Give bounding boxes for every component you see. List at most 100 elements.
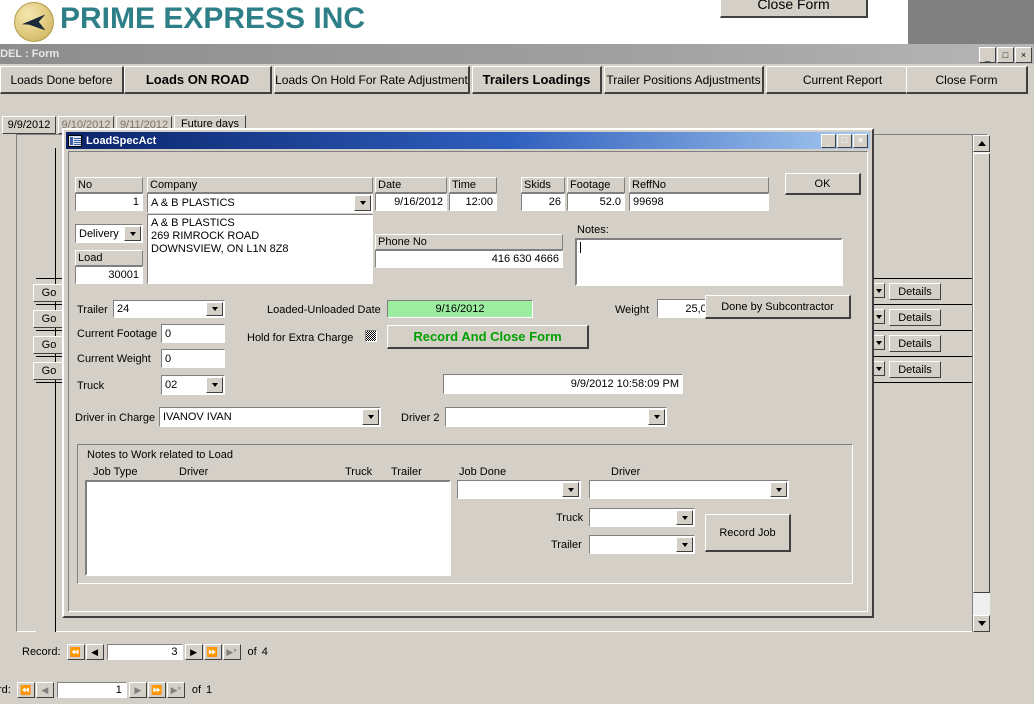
job-done-combo[interactable] [457, 480, 581, 499]
toolbar-filler-strip [0, 96, 1034, 112]
maximize-icon[interactable]: □ [997, 47, 1014, 63]
trailer-label: Trailer [77, 304, 108, 316]
inner-record-navigator[interactable]: Record: ⏪ ◀ 3 ▶ ⏩ ▶* of 4 [22, 644, 268, 660]
mdi-window-title: JDEL : Form [0, 48, 60, 60]
address-line-1: A & B PLASTICS [151, 217, 235, 229]
refno-value[interactable]: 99698 [629, 193, 769, 211]
current-footage-value[interactable]: 0 [161, 324, 225, 343]
details-button-row-2[interactable]: Details [889, 309, 941, 326]
chevron-down-icon[interactable] [648, 409, 665, 425]
record-and-close-form-button[interactable]: Record And Close Form [387, 325, 589, 349]
chevron-down-icon[interactable] [362, 409, 379, 425]
last-record-button[interactable]: ⏩ [203, 644, 222, 660]
truck-label: Truck [77, 380, 105, 392]
go-button-row-4[interactable]: Go [33, 362, 65, 380]
go-button-row-3[interactable]: Go [33, 336, 65, 354]
driver-in-charge-combo[interactable]: IVANOV IVAN [159, 407, 381, 427]
outer-record-navigator[interactable]: rd: ⏪ ◀ 1 ▶ ⏩ ▶* of 1 [0, 682, 212, 698]
company-combo[interactable]: A & B PLASTICS [147, 193, 373, 213]
outer-new-record-button[interactable]: ▶* [166, 682, 185, 698]
mdi-window-controls[interactable]: _ □ × [979, 47, 1032, 63]
dialog-close-icon[interactable]: × [853, 133, 868, 148]
tab-loads-on-hold-rate-adjustment[interactable]: Loads On Hold For Rate Adjustment [274, 66, 470, 94]
chevron-down-icon[interactable] [354, 195, 371, 211]
job-trailer-combo[interactable] [589, 535, 695, 554]
current-weight-value[interactable]: 0 [161, 349, 225, 368]
new-record-button[interactable]: ▶* [222, 644, 241, 660]
hold-extra-charge-checkbox[interactable] [365, 330, 377, 342]
time-value[interactable]: 12:00 [449, 193, 497, 211]
done-by-subcontractor-button[interactable]: Done by Subcontractor [705, 295, 851, 319]
previous-record-button[interactable]: ◀ [85, 644, 104, 660]
close-form-toolbar-button[interactable]: Close Form [906, 66, 1028, 94]
outer-previous-record-button[interactable]: ◀ [35, 682, 54, 698]
driver2-combo[interactable] [445, 407, 667, 427]
chevron-down-icon[interactable] [124, 226, 141, 241]
dialog-title-text: LoadSpecAct [86, 134, 157, 147]
no-value[interactable]: 1 [75, 193, 143, 211]
scroll-up-button[interactable] [973, 135, 990, 152]
chevron-down-icon[interactable] [562, 482, 579, 497]
dialog-body: OK No 1 Delivery Load 30001 Company A & … [68, 151, 868, 612]
date-label: Date [375, 177, 447, 193]
notes-textarea[interactable] [575, 238, 843, 286]
chevron-down-icon[interactable] [770, 482, 787, 497]
timestamp-value[interactable]: 9/9/2012 10:58:09 PM [443, 374, 683, 394]
next-record-button[interactable]: ▶ [184, 644, 203, 660]
first-record-button[interactable]: ⏪ [66, 644, 85, 660]
job-driver-combo[interactable] [589, 480, 789, 499]
delivery-type-combo[interactable]: Delivery [75, 224, 143, 243]
tab-trailer-positions-adjustments[interactable]: Trailer Positions Adjustments [604, 66, 764, 94]
tab-loads-done-before[interactable]: Loads Done before [0, 66, 124, 94]
record-selector-column [36, 148, 56, 632]
tab-loads-on-road[interactable]: Loads ON ROAD [124, 66, 272, 94]
details-button-row-3[interactable]: Details [889, 335, 941, 352]
chevron-down-icon[interactable] [676, 537, 693, 552]
outer-last-record-button[interactable]: ⏩ [147, 682, 166, 698]
day-tab-0[interactable]: 9/9/2012 [2, 116, 56, 134]
dialog-minimize-icon[interactable]: _ [821, 133, 836, 148]
jobs-list-box[interactable] [85, 480, 451, 576]
skids-value[interactable]: 26 [521, 193, 565, 211]
row-divider [866, 304, 972, 305]
current-record-input[interactable]: 3 [106, 644, 183, 660]
details-button-row-1[interactable]: Details [889, 283, 941, 300]
ok-button[interactable]: OK [785, 173, 861, 195]
minimize-icon[interactable]: _ [979, 47, 996, 63]
loaded-unloaded-date-value[interactable]: 9/16/2012 [387, 300, 533, 318]
close-icon[interactable]: × [1015, 47, 1032, 63]
notes-label: Notes: [577, 224, 609, 236]
col-header-truck: Truck [345, 466, 373, 478]
date-value[interactable]: 9/16/2012 [375, 193, 447, 211]
scrollbar-thumb[interactable] [973, 153, 990, 593]
dialog-titlebar[interactable]: LoadSpecAct _ □ × [66, 132, 870, 149]
tab-current-report[interactable]: Current Report [766, 66, 920, 94]
current-footage-label: Current Footage [77, 328, 158, 340]
outer-current-record-input[interactable]: 1 [56, 682, 127, 698]
chevron-down-icon[interactable] [676, 510, 693, 525]
chevron-down-icon[interactable] [206, 377, 223, 393]
mdi-window-titlebar: JDEL : Form [0, 44, 1034, 64]
details-button-row-4[interactable]: Details [889, 361, 941, 378]
outer-record-of-label: of [191, 684, 202, 696]
truck-value: 02 [165, 379, 178, 391]
record-job-button[interactable]: Record Job [705, 514, 791, 552]
scroll-down-button[interactable] [973, 615, 990, 632]
outer-next-record-button[interactable]: ▶ [128, 682, 147, 698]
job-truck-combo[interactable] [589, 508, 695, 527]
go-button-row-1[interactable]: Go [33, 284, 65, 302]
phone-label: Phone No [375, 234, 563, 250]
truck-combo[interactable]: 02 [161, 375, 225, 395]
dialog-maximize-icon[interactable]: □ [837, 133, 852, 148]
close-form-top-button[interactable]: Close Form [720, 0, 868, 18]
col-header-job-type: Job Type [93, 466, 138, 478]
load-value[interactable]: 30001 [75, 266, 143, 284]
tab-trailers-loadings[interactable]: Trailers Loadings [472, 66, 602, 94]
datasheet-scrollbar[interactable] [972, 135, 990, 632]
chevron-down-icon[interactable] [206, 302, 223, 316]
trailer-combo[interactable]: 24 [113, 300, 225, 318]
go-button-row-2[interactable]: Go [33, 310, 65, 328]
outer-first-record-button[interactable]: ⏪ [16, 682, 35, 698]
footage-value[interactable]: 52.0 [567, 193, 625, 211]
phone-value[interactable]: 416 630 4666 [375, 250, 563, 268]
